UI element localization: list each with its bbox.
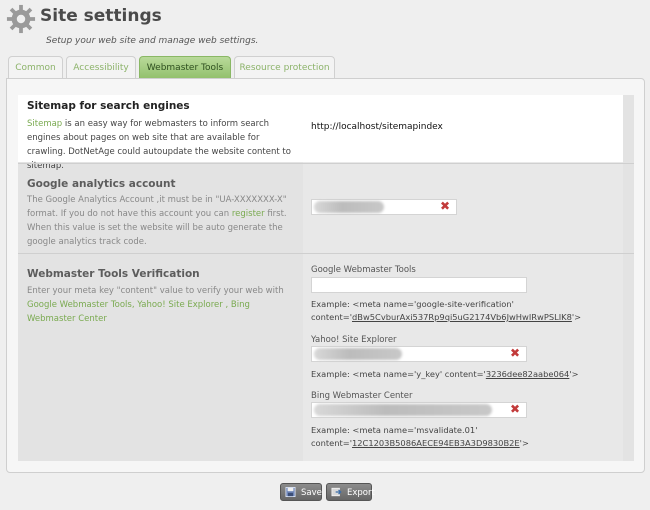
clear-icon[interactable]: ✖ (510, 346, 520, 360)
settings-panel: Sitemap for search engines Sitemap is an… (6, 78, 645, 473)
analytics-account-input[interactable]: ✖ (311, 199, 457, 215)
tab-resource-protection[interactable]: Resource protection (234, 56, 335, 78)
tab-accessibility[interactable]: Accessibility (66, 56, 136, 78)
save-label: Save (301, 488, 322, 498)
clear-icon[interactable]: ✖ (440, 199, 450, 213)
sitemap-url-value: http://localhost/sitemapindex (311, 122, 443, 132)
sitemap-title: Sitemap for search engines (27, 100, 190, 112)
yahoo-example: Example: <meta name='y_key' content='323… (311, 369, 579, 379)
register-link[interactable]: register (232, 209, 265, 219)
export-icon (331, 487, 342, 497)
bing-label: Bing Webmaster Center (311, 391, 413, 401)
redacted-value (314, 201, 384, 213)
gear-icon (6, 4, 36, 34)
bing-verification-input[interactable]: ✖ (311, 402, 527, 418)
divider (18, 253, 634, 254)
page-title: Site settings (40, 6, 162, 26)
bing-example: Example: <meta name='msvalidate.01' cont… (311, 425, 529, 448)
tab-common[interactable]: Common (8, 56, 63, 78)
sitemap-description: Sitemap is an easy way for webmasters to… (27, 119, 291, 171)
save-icon (285, 487, 296, 497)
yahoo-verification-input[interactable]: ✖ (311, 346, 527, 362)
verification-description: Enter your meta key "content" value to v… (27, 286, 284, 324)
verification-title: Webmaster Tools Verification (27, 268, 200, 280)
redacted-value (314, 404, 492, 416)
settings-form: Sitemap for search engines Sitemap is an… (18, 95, 634, 461)
google-label: Google Webmaster Tools (311, 265, 416, 275)
divider (18, 163, 634, 164)
clear-icon[interactable]: ✖ (510, 402, 520, 416)
export-button[interactable]: Export (326, 483, 375, 501)
yahoo-label: Yahoo! Site Explorer (311, 335, 397, 345)
redacted-value (314, 348, 402, 360)
sitemap-link[interactable]: Sitemap (27, 119, 62, 129)
export-label: Export (347, 488, 375, 498)
google-verification-input[interactable] (311, 277, 527, 293)
tab-webmaster-tools[interactable]: Webmaster Tools (139, 56, 231, 78)
verification-links[interactable]: Google Webmaster Tools, Yahoo! Site Expl… (27, 300, 250, 324)
page-subtitle: Setup your web site and manage web setti… (46, 36, 259, 46)
google-example: Example: <meta name='google-site-verific… (311, 299, 582, 322)
analytics-description: The Google Analytics Account ,it must be… (27, 195, 287, 247)
save-button[interactable]: Save (280, 483, 322, 501)
analytics-title: Google analytics account (27, 178, 176, 190)
